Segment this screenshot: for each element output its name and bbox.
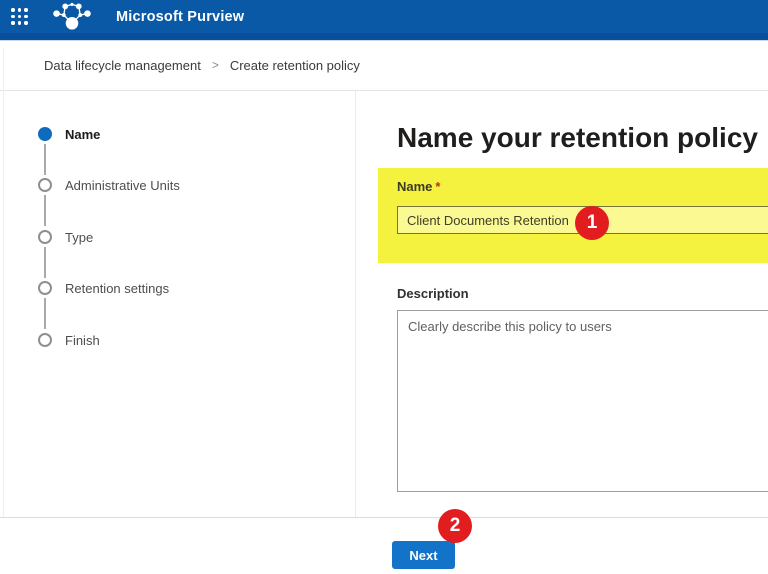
- step-connector-line: [44, 195, 46, 226]
- step-label: Name: [65, 126, 101, 142]
- page-title: Name your retention policy: [397, 122, 758, 153]
- wizard-content: Name Administrative Units Type Retention…: [0, 91, 768, 517]
- chevron-right-icon: >: [211, 57, 219, 72]
- app-title: Microsoft Purview: [116, 8, 245, 25]
- name-field-label: Name *: [397, 179, 440, 194]
- name-label-text: Name: [397, 179, 433, 194]
- step-connector-line: [44, 144, 46, 175]
- description-field-label: Description: [397, 286, 469, 301]
- step-dot-icon: [38, 230, 52, 244]
- wizard-footer: Next: [0, 517, 768, 574]
- wizard-steps-rail: Name Administrative Units Type Retention…: [0, 91, 356, 517]
- app-launcher-icon[interactable]: [10, 7, 29, 26]
- required-asterisk: *: [435, 179, 441, 194]
- policy-description-textarea[interactable]: [397, 310, 768, 492]
- top-bar-accent-strip: [0, 33, 768, 40]
- step-label: Finish: [65, 332, 100, 348]
- step-label: Administrative Units: [65, 177, 180, 193]
- breadcrumb: Data lifecycle management > Create reten…: [0, 41, 768, 91]
- wizard-step-type[interactable]: Type: [38, 229, 94, 278]
- step-connector-line: [44, 298, 46, 329]
- step-dot-icon: [38, 127, 52, 141]
- step-label: Type: [65, 229, 94, 245]
- wizard-step-retention-settings[interactable]: Retention settings: [38, 280, 170, 329]
- step-dot-icon: [38, 178, 52, 192]
- wizard-step-name[interactable]: Name: [38, 126, 101, 175]
- step-connector-line: [44, 247, 46, 278]
- next-button[interactable]: Next: [392, 541, 455, 569]
- annotation-badge-2: 2: [438, 509, 472, 543]
- purview-window: Microsoft Purview Data lifecycle managem…: [0, 0, 768, 574]
- name-field-highlight: Name *: [378, 168, 768, 263]
- breadcrumb-link-data-lifecycle-management[interactable]: Data lifecycle management: [44, 58, 201, 73]
- top-app-bar: Microsoft Purview: [0, 0, 768, 33]
- purview-logo-icon: [53, 2, 91, 30]
- annotation-badge-1: 1: [575, 206, 609, 240]
- wizard-step-administrative-units[interactable]: Administrative Units: [38, 177, 180, 226]
- wizard-step-finish[interactable]: Finish: [38, 332, 100, 348]
- step-dot-icon: [38, 281, 52, 295]
- breadcrumb-current-page: Create retention policy: [229, 58, 360, 73]
- step-dot-icon: [38, 333, 52, 347]
- wizard-form-pane: Name your retention policy Name* Descrip…: [356, 91, 768, 517]
- step-label: Retention settings: [65, 280, 170, 296]
